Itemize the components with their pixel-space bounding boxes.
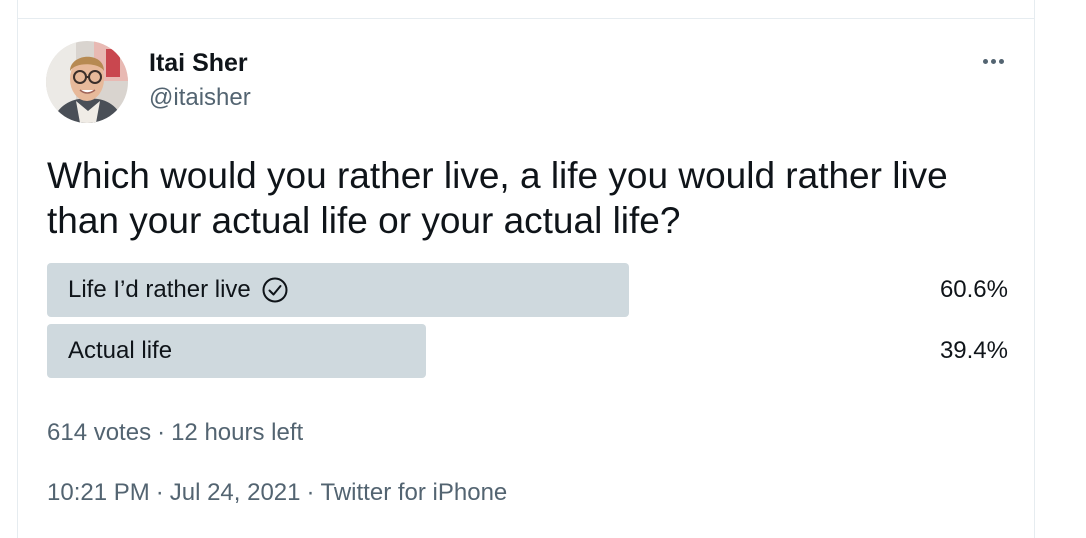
- more-options-button[interactable]: [975, 49, 1011, 73]
- more-horizontal-icon: [982, 58, 988, 64]
- tweet-meta: 10:21 PM · Jul 24, 2021 · Twitter for iPhone: [47, 479, 507, 507]
- poll-votes: 614 votes: [47, 419, 152, 446]
- poll-option-2: Actual life 39.4%: [47, 324, 1008, 378]
- separator: ·: [306, 479, 315, 506]
- tweet-time[interactable]: 10:21 PM: [47, 479, 150, 506]
- tweet-text: Which would you rather live, a life you …: [47, 155, 948, 241]
- author-handle[interactable]: @itaisher: [149, 84, 251, 112]
- poll-time-left: 12 hours left: [171, 419, 304, 446]
- separator: ·: [157, 419, 166, 446]
- poll-meta: 614 votes · 12 hours left: [47, 419, 303, 447]
- separator: ·: [155, 479, 164, 506]
- poll-option-1: Life I’d rather live 60.6%: [47, 263, 1008, 317]
- poll-option-percent: 39.4%: [939, 337, 1008, 364]
- avatar[interactable]: [46, 41, 128, 123]
- previous-tweet-edge: [17, 0, 1035, 18]
- check-circle-icon: [262, 277, 288, 303]
- poll-option-label: Actual life: [68, 337, 173, 364]
- tweet-source[interactable]: Twitter for iPhone: [321, 479, 508, 506]
- author-name[interactable]: Itai Sher: [149, 49, 248, 78]
- poll-option-percent: 60.6%: [939, 276, 1008, 303]
- poll-option-label-wrap: Actual life: [68, 324, 172, 378]
- more-dot: [998, 58, 1004, 64]
- tweet-date[interactable]: Jul 24, 2021: [170, 479, 301, 506]
- poll-option-label: Life I’d rather live: [68, 276, 251, 303]
- tweet-card[interactable]: Itai Sher @itaisher Which would you rath…: [17, 18, 1035, 538]
- more-dot: [990, 58, 996, 64]
- poll-option-label-wrap: Life I’d rather live: [68, 263, 289, 317]
